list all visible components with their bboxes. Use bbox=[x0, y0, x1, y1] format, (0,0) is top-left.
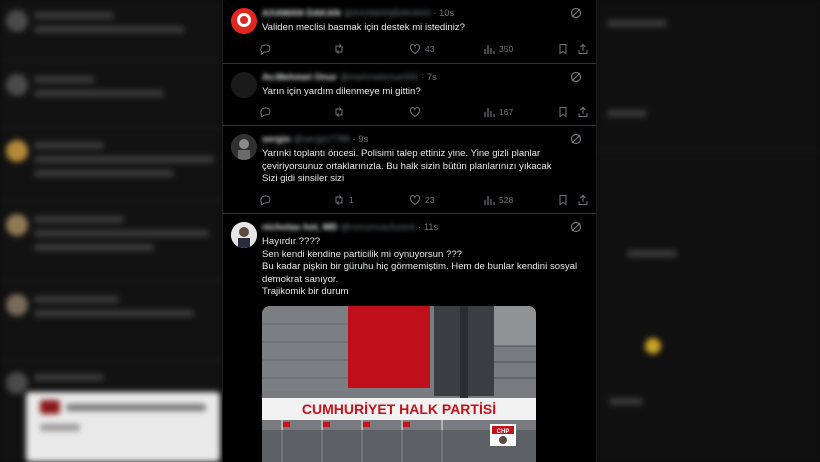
view-count: 528 bbox=[499, 195, 514, 205]
author-name[interactable]: sergio bbox=[262, 134, 291, 145]
retweet-icon bbox=[335, 107, 343, 117]
reply-icon bbox=[260, 44, 271, 55]
timeline-feed: AXAMAN DAKAN @AXAMANBAKAN3 · 10s Validen… bbox=[222, 0, 597, 462]
views-icon bbox=[484, 45, 495, 54]
grok-icon[interactable] bbox=[566, 220, 586, 234]
retweet-button[interactable]: 1 bbox=[333, 193, 354, 207]
heart-icon bbox=[409, 44, 421, 55]
tweet-text: Yarın için yardım dilenmeye mi gittin? bbox=[262, 86, 421, 97]
bookmark-button[interactable] bbox=[557, 193, 569, 207]
retweet-icon bbox=[335, 195, 343, 205]
like-button[interactable]: 43 bbox=[409, 42, 434, 56]
share-button[interactable] bbox=[577, 42, 589, 56]
blurred-background-right bbox=[597, 0, 820, 462]
tweet[interactable]: Av.Mehmet Onur @mehmetonur000 · 7s Yarın… bbox=[223, 64, 596, 126]
avatar[interactable] bbox=[231, 134, 257, 160]
tweet-header: AXAMAN DAKAN @AXAMANBAKAN3 · 10s bbox=[262, 8, 454, 19]
author-name[interactable]: nicholas hol, MD bbox=[262, 222, 337, 233]
retweet-icon bbox=[335, 44, 343, 54]
views-icon bbox=[484, 108, 495, 117]
share-button[interactable] bbox=[577, 193, 589, 207]
bookmark-button[interactable] bbox=[557, 42, 569, 56]
view-count: 167 bbox=[499, 107, 514, 117]
timestamp[interactable]: · 7s bbox=[421, 72, 437, 83]
tweet-text: Yarınki toplantı öncesi. Polisimi talep … bbox=[262, 148, 552, 184]
author-handle[interactable]: @AXAMANBAKAN3 bbox=[343, 8, 430, 19]
author-name[interactable]: AXAMAN DAKAN bbox=[262, 8, 341, 19]
share-button[interactable] bbox=[577, 105, 589, 119]
views-button[interactable]: 350 bbox=[483, 42, 513, 56]
chp-building-photo: CUMHURİYET HALK PARTİSİ CHP bbox=[262, 306, 536, 462]
timestamp[interactable]: · 10s bbox=[433, 8, 454, 19]
share-icon bbox=[578, 43, 588, 54]
blurred-background-left bbox=[0, 0, 222, 462]
author-name[interactable]: Av.Mehmet Onur bbox=[262, 72, 337, 83]
avatar[interactable] bbox=[231, 8, 257, 34]
chp-badge-text: CHP bbox=[497, 429, 510, 435]
like-count: 23 bbox=[425, 195, 435, 205]
retweet-button[interactable] bbox=[333, 105, 349, 119]
timestamp[interactable]: · 11s bbox=[418, 222, 438, 233]
tweet[interactable]: sergio @sergio7788 · 9s Yarınki toplantı… bbox=[223, 126, 596, 214]
like-button[interactable]: 23 bbox=[409, 193, 434, 207]
tweet-header: sergio @sergio7788 · 9s bbox=[262, 134, 368, 145]
heart-icon bbox=[409, 195, 421, 206]
tweet-header: Av.Mehmet Onur @mehmetonur000 · 7s bbox=[262, 72, 437, 83]
reply-button[interactable] bbox=[259, 42, 275, 56]
bookmark-icon bbox=[559, 44, 567, 55]
tweet[interactable]: AXAMAN DAKAN @AXAMANBAKAN3 · 10s Validen… bbox=[223, 0, 596, 64]
avatar[interactable] bbox=[231, 222, 257, 248]
share-icon bbox=[578, 106, 588, 117]
heart-icon bbox=[409, 107, 421, 118]
retweet-button[interactable] bbox=[333, 42, 349, 56]
reply-icon bbox=[260, 195, 271, 206]
reply-button[interactable] bbox=[259, 193, 275, 207]
views-button[interactable]: 167 bbox=[483, 105, 513, 119]
bookmark-icon bbox=[559, 195, 567, 206]
timestamp[interactable]: · 9s bbox=[352, 134, 368, 145]
retweet-count: 1 bbox=[349, 195, 354, 205]
bookmark-button[interactable] bbox=[557, 105, 569, 119]
author-handle[interactable]: @norumusclurent bbox=[340, 222, 415, 233]
bookmark-icon bbox=[559, 107, 567, 118]
tweet-actions: 167 bbox=[259, 105, 589, 119]
grok-icon[interactable] bbox=[566, 70, 586, 84]
views-button[interactable]: 528 bbox=[483, 193, 513, 207]
avatar[interactable] bbox=[231, 72, 257, 98]
author-handle[interactable]: @mehmetonur000 bbox=[340, 72, 419, 83]
view-count: 350 bbox=[499, 44, 514, 54]
tweet-actions: 1 23 528 bbox=[259, 193, 589, 207]
like-count: 43 bbox=[425, 44, 435, 54]
grok-icon[interactable] bbox=[566, 132, 586, 146]
views-icon bbox=[484, 196, 495, 205]
like-button[interactable] bbox=[409, 105, 425, 119]
party-sign-text: CUMHURİYET HALK PARTİSİ bbox=[302, 401, 496, 417]
grok-icon[interactable] bbox=[566, 6, 586, 20]
tweet-photo[interactable]: CUMHURİYET HALK PARTİSİ CHP bbox=[262, 306, 536, 462]
author-handle[interactable]: @sergio7788 bbox=[293, 134, 350, 145]
tweet-header: nicholas hol, MD @norumusclurent · 11s bbox=[262, 222, 438, 233]
tweet-actions: 43 350 bbox=[259, 42, 589, 56]
share-icon bbox=[578, 194, 588, 205]
tweet-text: Validen meclisi basmak için destek mi is… bbox=[262, 22, 465, 33]
reply-icon bbox=[260, 107, 271, 118]
tweet-text: Hayırdır ???? Sen kendi kendine particil… bbox=[262, 236, 578, 297]
reply-button[interactable] bbox=[259, 105, 275, 119]
